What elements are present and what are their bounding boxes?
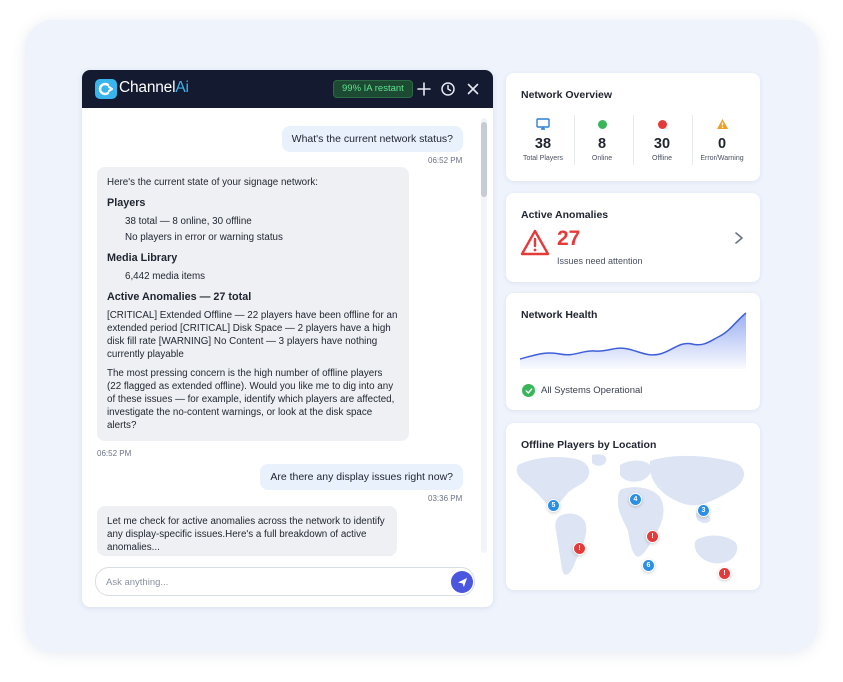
assistant-closing: The most pressing concern is the high nu… bbox=[107, 368, 395, 431]
anomaly-subtitle: Issues need attention bbox=[557, 256, 643, 266]
message-timestamp: 03:36 PM bbox=[428, 494, 463, 503]
stat-offline: 30 Offline bbox=[632, 117, 692, 162]
user-message: Are there any display issues right now? bbox=[260, 464, 463, 490]
stat-label: Error/Warning bbox=[700, 155, 744, 162]
network-health-card: Network Health All Systems Operational bbox=[506, 293, 760, 410]
map-pin-alert[interactable]: ! bbox=[646, 530, 659, 543]
stat-value: 38 bbox=[534, 136, 552, 152]
assistant-text: Let me check for active anomalies across… bbox=[107, 516, 385, 553]
card-title: Network Overview bbox=[521, 89, 613, 101]
warning-icon bbox=[716, 119, 728, 129]
stat-total-players: 38 Total Players bbox=[513, 117, 573, 162]
green-dot-icon bbox=[597, 119, 607, 129]
user-message: What's the current network status? bbox=[281, 126, 463, 152]
network-overview-card: Network Overview 38 Total Players 8 Onli… bbox=[506, 73, 760, 181]
world-map: 5 4 3 ! ! 6 ! bbox=[514, 451, 752, 589]
map-pin-count[interactable]: 5 bbox=[547, 499, 560, 512]
stat-value: 30 bbox=[653, 136, 671, 152]
players-line: 38 total — 8 online, 30 offline bbox=[125, 216, 252, 227]
send-icon bbox=[457, 577, 467, 587]
anomalies-heading: Active Anomalies — 27 total bbox=[107, 291, 252, 303]
red-dot-icon bbox=[657, 119, 667, 129]
stat-value: 8 bbox=[597, 136, 607, 152]
card-title: Active Anomalies bbox=[521, 209, 609, 221]
chat-scrollbar-thumb[interactable] bbox=[481, 122, 487, 197]
assistant-message: Let me check for active anomalies across… bbox=[97, 506, 397, 556]
chat-header: ChannelAi 99% IA restant bbox=[82, 70, 493, 108]
health-sparkline bbox=[520, 312, 747, 369]
history-icon[interactable] bbox=[439, 80, 457, 98]
active-anomalies-card[interactable]: Active Anomalies 27 Issues need attentio… bbox=[506, 193, 760, 282]
media-line: 6,442 media items bbox=[125, 271, 206, 282]
map-pin-alert[interactable]: ! bbox=[573, 542, 586, 555]
chat-input[interactable] bbox=[106, 573, 436, 591]
map-pin-count[interactable]: 3 bbox=[697, 504, 710, 517]
brand-name: ChannelAi bbox=[119, 79, 189, 96]
health-status: All Systems Operational bbox=[541, 385, 643, 396]
channel-logo-icon bbox=[95, 79, 117, 99]
close-icon[interactable] bbox=[464, 80, 482, 98]
monitor-icon bbox=[536, 118, 550, 130]
stat-label: Total Players bbox=[522, 155, 564, 162]
players-line: No players in error or warning status bbox=[125, 232, 283, 243]
stat-value: 0 bbox=[717, 136, 727, 152]
world-map-shapes bbox=[516, 454, 745, 575]
map-pin-count[interactable]: 6 bbox=[642, 559, 655, 572]
assistant-intro: Here's the current state of your signage… bbox=[107, 177, 318, 188]
stat-label: Offline bbox=[651, 155, 673, 162]
stat-error-warning: 0 Error/Warning bbox=[692, 117, 752, 162]
card-title: Offline Players by Location bbox=[521, 439, 657, 451]
assistant-message: Here's the current state of your signage… bbox=[97, 167, 409, 441]
stat-label: Online bbox=[591, 155, 613, 162]
alert-triangle-icon bbox=[520, 229, 550, 256]
check-circle-icon bbox=[522, 384, 535, 397]
players-heading: Players bbox=[107, 197, 146, 209]
offline-players-map-card: Offline Players by Location 5 4 3 ! ! 6 … bbox=[506, 423, 760, 590]
stat-online: 8 Online bbox=[572, 117, 632, 162]
anomaly-count: 27 bbox=[557, 227, 581, 250]
message-timestamp: 06:52 PM bbox=[428, 156, 463, 165]
map-pin-count[interactable]: 4 bbox=[629, 493, 642, 506]
map-pin-alert[interactable]: ! bbox=[718, 567, 731, 580]
chat-panel: ChannelAi 99% IA restant What's the curr… bbox=[82, 70, 493, 607]
message-timestamp: 06:52 PM bbox=[97, 449, 132, 458]
chat-input-container bbox=[95, 567, 475, 596]
anomalies-text: [CRITICAL] Extended Offline — 22 players… bbox=[107, 310, 398, 360]
quota-badge: 99% IA restant bbox=[333, 80, 413, 98]
plus-icon[interactable] bbox=[415, 80, 433, 98]
media-heading: Media Library bbox=[107, 252, 178, 264]
chevron-right-icon[interactable] bbox=[734, 231, 744, 245]
send-button[interactable] bbox=[451, 571, 473, 593]
